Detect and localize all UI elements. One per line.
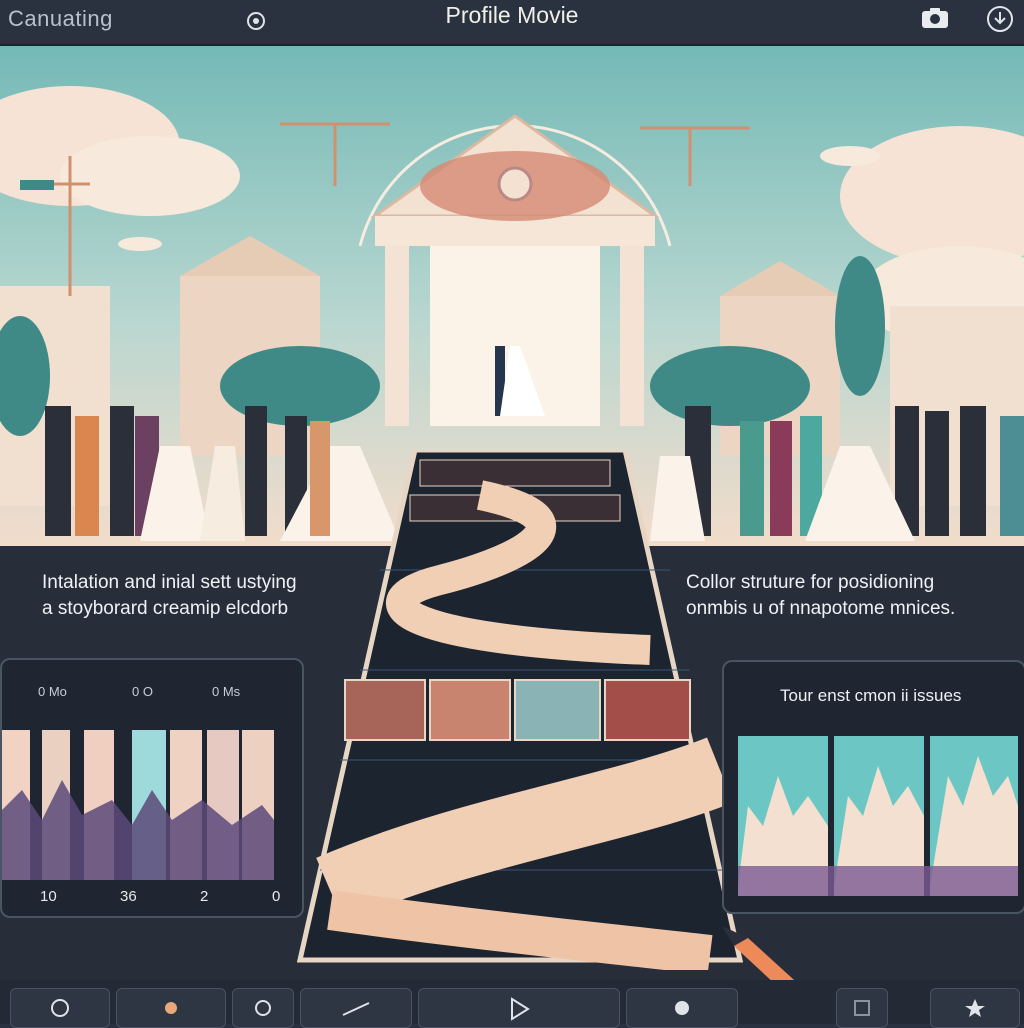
play-icon: [511, 997, 530, 1021]
thumbnail-row-mid: [344, 679, 691, 741]
trim-icon: [342, 1002, 370, 1016]
bottom-toolbar: [0, 980, 1024, 1028]
page-title: Profile Movie: [445, 2, 579, 28]
left-waveform-panel[interactable]: 0 Mo 0 O 0 Ms 10 36 2 0: [0, 658, 304, 918]
bottom-button-1[interactable]: [10, 988, 110, 1028]
right-panel-title: Tour enst cmon ii issues: [780, 686, 962, 705]
panel-number-2: 36: [120, 888, 137, 905]
bottom-button-2[interactable]: [116, 988, 226, 1028]
waveform-chart-left: [2, 730, 274, 880]
film-strip-timeline[interactable]: [270, 450, 770, 970]
waveform-chart-right: [738, 736, 1018, 896]
bottom-button-7[interactable]: [836, 988, 888, 1028]
right-waveform-panel[interactable]: Tour enst cmon ii issues: [722, 660, 1024, 914]
effects-icon: [675, 1001, 689, 1015]
download-icon[interactable]: [986, 5, 1014, 33]
bottom-button-6[interactable]: [626, 988, 738, 1028]
search-icon: [255, 1000, 271, 1016]
target-icon: [51, 999, 69, 1017]
layers-icon: [854, 1000, 870, 1016]
panel-label-3: 0 Ms: [212, 684, 241, 699]
play-button[interactable]: [418, 988, 620, 1028]
settings-icon: [165, 1002, 177, 1014]
bottom-button-3[interactable]: [232, 988, 294, 1028]
bottom-button-8[interactable]: [930, 988, 1020, 1028]
panel-number-1: 10: [40, 888, 57, 905]
camera-icon[interactable]: [920, 5, 950, 31]
star-icon: [965, 999, 985, 1017]
panel-label-2: 0 O: [132, 684, 153, 699]
panel-number-3: 2: [200, 888, 209, 905]
panel-number-4: 0: [272, 888, 281, 905]
top-bar: Canuating Profile Movie: [0, 0, 1024, 46]
bottom-button-4[interactable]: [300, 988, 412, 1028]
panel-label-1: 0 Mo: [38, 684, 67, 699]
